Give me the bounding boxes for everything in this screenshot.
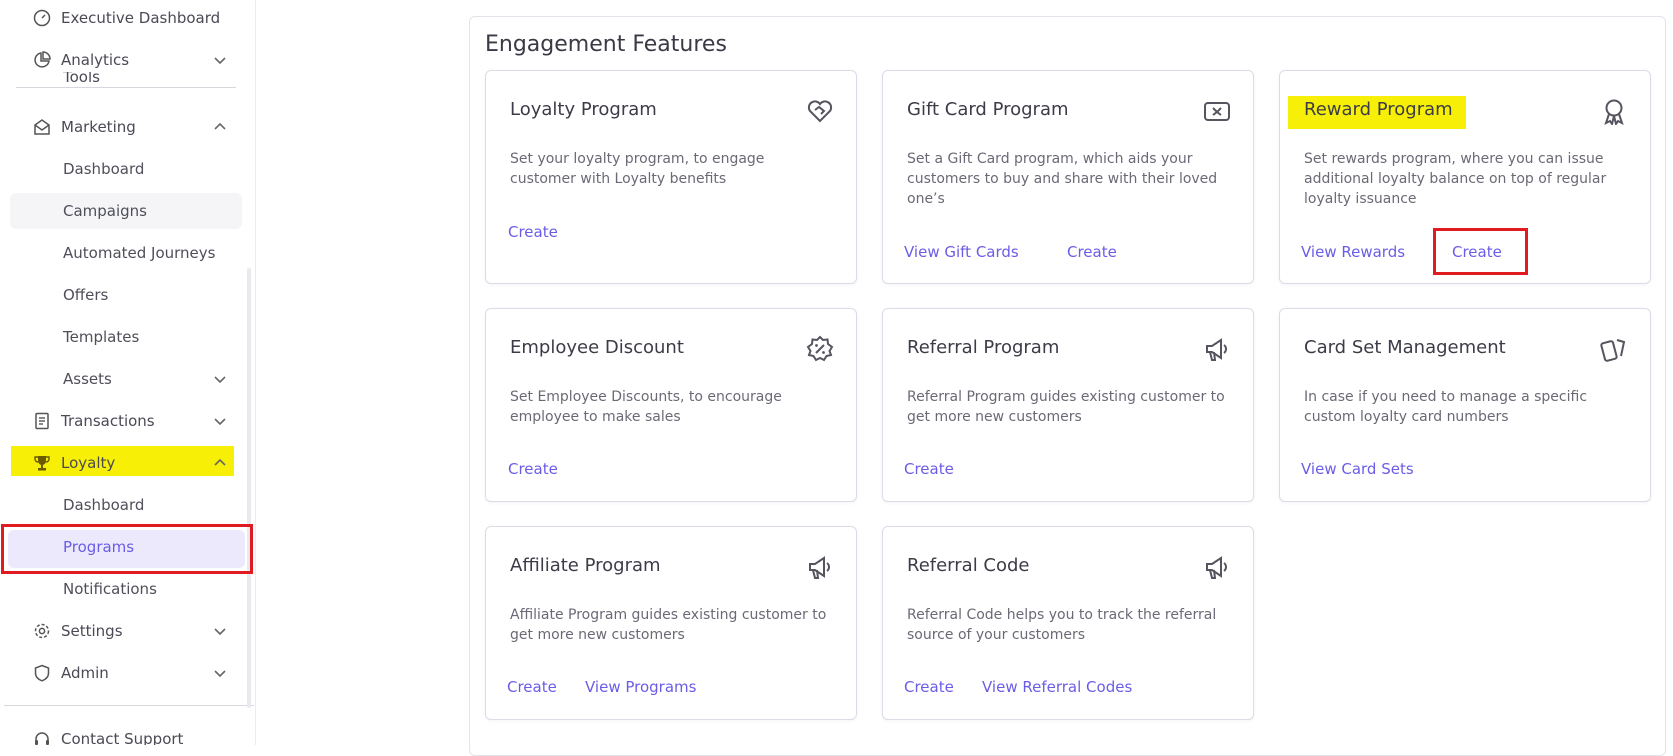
annotation-box-reward-create: [1433, 228, 1528, 275]
sidebar-item-admin[interactable]: Admin: [0, 655, 240, 691]
sidebar-scrollbar[interactable]: [247, 268, 251, 708]
sidebar-item-label: Settings: [61, 622, 123, 640]
sidebar-item-label: Admin: [61, 664, 109, 682]
view-referral-codes-link[interactable]: View Referral Codes: [982, 678, 1132, 696]
sidebar-subitem-offers[interactable]: Offers: [0, 277, 240, 313]
gift-card-icon: [1203, 97, 1231, 125]
loyalty-create-link[interactable]: Create: [508, 223, 558, 241]
sidebar-item-label: Executive Dashboard: [61, 9, 221, 27]
view-gift-cards-link[interactable]: View Gift Cards: [904, 243, 1019, 261]
card-description: Set your loyalty program, to engage cust…: [510, 151, 765, 187]
sidebar-item-label: Analytics: [61, 51, 130, 69]
receipt-icon: [32, 411, 52, 431]
sidebar-subitem-templates[interactable]: Templates: [0, 319, 240, 355]
sidebar: Executive Dashboard Analytics Tools Mark…: [0, 0, 256, 745]
sidebar-subitem-label: Dashboard: [63, 496, 145, 514]
sidebar-item-contact-support[interactable]: Contact Support: [0, 721, 240, 745]
sidebar-subitem-label: Assets: [63, 370, 112, 388]
chevron-down-icon: [212, 665, 228, 681]
card-title: Employee Discount: [510, 337, 684, 358]
sidebar-subitem-marketing-dashboard[interactable]: Dashboard: [0, 151, 240, 187]
employee-discount-create-link[interactable]: Create: [508, 460, 558, 478]
megaphone-icon: [1203, 335, 1231, 363]
headset-icon: [32, 729, 52, 745]
sidebar-item-executive-dashboard[interactable]: Executive Dashboard: [0, 0, 240, 36]
sidebar-divider: [16, 87, 236, 88]
card-description: Set Employee Discounts, to encourage emp…: [510, 389, 782, 425]
page-title: Engagement Features: [485, 32, 727, 57]
sidebar-subitem-notifications[interactable]: Notifications: [0, 571, 240, 607]
sidebar-item-label: Loyalty: [61, 454, 116, 472]
sidebar-item-settings[interactable]: Settings: [0, 613, 240, 649]
card-title: Reward Program: [1304, 99, 1453, 120]
card-description: In case if you need to manage a specific…: [1304, 389, 1588, 425]
card-loyalty-program: Loyalty Program Set your loyalty program…: [485, 70, 857, 284]
sidebar-subitem-label: Templates: [63, 328, 140, 346]
megaphone-icon: [806, 553, 834, 581]
sidebar-subitem-automated-journeys[interactable]: Automated Journeys: [0, 235, 240, 271]
card-affiliate-program: Affiliate Program Affiliate Program guid…: [485, 526, 857, 720]
view-rewards-link[interactable]: View Rewards: [1301, 243, 1405, 261]
sidebar-item-label: Transactions: [61, 412, 155, 430]
sidebar-subitem-label: Automated Journeys: [63, 244, 216, 262]
trophy-icon: [32, 453, 52, 473]
sidebar-subitem-label: Offers: [63, 286, 109, 304]
pie-chart-icon: [32, 50, 52, 70]
annotation-box-programs: [1, 524, 253, 574]
sidebar-subitem-assets[interactable]: Assets: [0, 361, 240, 397]
chevron-down-icon: [212, 623, 228, 639]
megaphone-icon: [1203, 553, 1231, 581]
card-description: Referral Code helps you to track the ref…: [907, 607, 1217, 643]
chevron-up-icon: [212, 119, 228, 135]
card-description: Affiliate Program guides existing custom…: [510, 607, 827, 643]
sidebar-subitem-label: Notifications: [63, 580, 157, 598]
sidebar-divider: [4, 705, 254, 706]
sidebar-item-label: Tools: [63, 72, 100, 86]
sidebar-item-transactions[interactable]: Transactions: [0, 403, 240, 439]
card-description: Referral Program guides existing custome…: [907, 389, 1225, 425]
card-title: Loyalty Program: [510, 99, 657, 120]
card-title: Affiliate Program: [510, 555, 661, 576]
sidebar-item-label: Marketing: [61, 118, 136, 136]
sidebar-item-label: Contact Support: [61, 730, 184, 745]
sidebar-subitem-label: Campaigns: [63, 202, 148, 220]
card-title: Referral Code: [907, 555, 1030, 576]
card-card-set-management: Card Set Management In case if you need …: [1279, 308, 1651, 502]
chevron-down-icon: [212, 371, 228, 387]
award-ribbon-icon: [1600, 97, 1628, 127]
card-gift-card-program: Gift Card Program Set a Gift Card progra…: [882, 70, 1254, 284]
gear-icon: [32, 621, 52, 641]
sidebar-subitem-campaigns[interactable]: Campaigns: [0, 193, 240, 229]
chevron-down-icon: [212, 52, 228, 68]
card-title: Referral Program: [907, 337, 1060, 358]
referral-program-create-link[interactable]: Create: [904, 460, 954, 478]
gift-card-create-link[interactable]: Create: [1067, 243, 1117, 261]
sidebar-item-marketing[interactable]: Marketing: [0, 109, 240, 145]
sidebar-subitem-label: Dashboard: [63, 160, 145, 178]
card-employee-discount: Employee Discount Set Employee Discounts…: [485, 308, 857, 502]
card-description: Set rewards program, where you can issue…: [1304, 151, 1607, 207]
view-programs-link[interactable]: View Programs: [585, 678, 696, 696]
affiliate-create-link[interactable]: Create: [507, 678, 557, 696]
referral-code-create-link[interactable]: Create: [904, 678, 954, 696]
discount-badge-icon: [806, 335, 834, 363]
view-card-sets-link[interactable]: View Card Sets: [1301, 460, 1414, 478]
sidebar-item-loyalty[interactable]: Loyalty: [0, 445, 240, 481]
card-title: Card Set Management: [1304, 337, 1506, 358]
cards-icon: [1600, 335, 1628, 363]
chevron-up-icon: [212, 455, 228, 471]
sidebar-subitem-loyalty-dashboard[interactable]: Dashboard: [0, 487, 240, 523]
card-title: Gift Card Program: [907, 99, 1069, 120]
card-description: Set a Gift Card program, which aids your…: [907, 151, 1218, 207]
gauge-icon: [32, 8, 52, 28]
card-referral-code: Referral Code Referral Code helps you to…: [882, 526, 1254, 720]
card-referral-program: Referral Program Referral Program guides…: [882, 308, 1254, 502]
envelope-open-icon: [32, 117, 52, 137]
chevron-down-icon: [212, 413, 228, 429]
heart-handshake-icon: [806, 97, 834, 125]
shield-icon: [32, 663, 52, 683]
